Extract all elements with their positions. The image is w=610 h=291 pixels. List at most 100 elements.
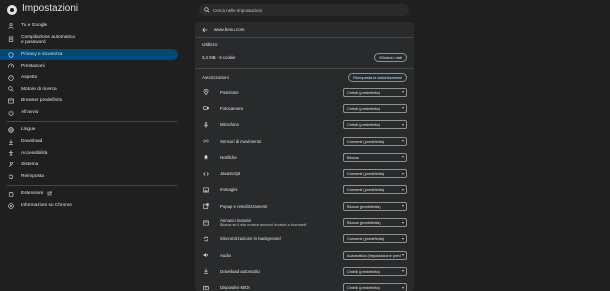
palette-icon: [7, 74, 15, 82]
permission-value: Consenti (predefinita): [347, 187, 385, 193]
permission-value: Chiedi (predefinita): [347, 105, 380, 111]
permission-select[interactable]: Consenti (predefinita): [343, 169, 407, 179]
reset-icon: [7, 173, 15, 181]
permission-select[interactable]: Chiedi (predefinita): [343, 266, 407, 276]
sidebar-item-autofill[interactable]: Compilazione automatica e password: [0, 32, 185, 49]
midi-icon: [202, 285, 210, 291]
permission-value: Chiedi (predefinita): [347, 89, 380, 95]
permission-select[interactable]: Chiedi (predefinita): [343, 103, 407, 113]
sidebar-item-performance[interactable]: Prestazioni: [0, 61, 185, 72]
sidebar-item-on-startup[interactable]: All'avvio: [0, 107, 185, 118]
sidebar-item-default-browser[interactable]: Browser predefinito: [0, 96, 185, 107]
back-arrow-icon[interactable]: [202, 27, 208, 33]
chevron-down-icon: [402, 270, 404, 273]
page-title: Impostazioni: [22, 3, 79, 14]
camera-icon: [202, 105, 210, 111]
sensors-icon: [202, 138, 210, 144]
clear-data-button[interactable]: Elimina i dati: [374, 52, 407, 62]
popup-icon: [202, 203, 210, 209]
speedometer-icon: [7, 62, 15, 70]
permission-label: Audio: [220, 252, 231, 258]
permission-select[interactable]: Automatica (impostazione pred: [343, 250, 407, 260]
reset-permissions-button[interactable]: Reimposta le autorizzazioni: [348, 72, 407, 82]
chevron-down-icon: [402, 156, 404, 159]
permission-select[interactable]: Blocca (predefinita): [343, 218, 407, 228]
sidebar-item-label: Compilazione automatica e password: [21, 34, 75, 46]
sidebar-item-label: All'avvio: [21, 109, 39, 115]
permission-row-notifications: Notifiche Blocca: [195, 149, 414, 165]
permission-label: Fotocamera: [220, 105, 243, 111]
permission-label: Posizione: [220, 89, 239, 95]
permission-label: Annunci invasivi: [220, 217, 251, 223]
permission-label: JavaScript: [220, 171, 241, 177]
sidebar-item-you-and-google[interactable]: Tu e Google: [0, 20, 185, 31]
usage-row: 3,4 MB · 6 cookie Elimina i dati: [195, 50, 414, 65]
chevron-down-icon: [402, 107, 404, 110]
sidebar-item-privacy[interactable]: Privacy e sicurezza: [0, 49, 178, 61]
permission-row-audio: Audio Automatica (impostazione pred: [195, 247, 414, 263]
chevron-down-icon: [402, 254, 404, 257]
shield-icon: [7, 51, 15, 59]
sidebar-item-label: Lingue: [21, 127, 36, 133]
code-icon: [202, 171, 210, 177]
sidebar-item-system[interactable]: Sistema: [0, 159, 185, 170]
search-bar[interactable]: [199, 4, 409, 16]
sidebar-item-search-engine[interactable]: Motore di ricerca: [0, 84, 185, 95]
sidebar-item-label: Reimposta: [21, 173, 44, 179]
permission-row-location: Posizione Chiedi (predefinita): [195, 84, 414, 100]
permission-value: Automatica (impostazione pred: [347, 252, 401, 258]
location-icon: [202, 89, 210, 96]
wrench-icon: [7, 161, 15, 169]
permission-row-auto-downloads: Download automatici Chiedi (predefinita): [195, 263, 414, 279]
sidebar-item-extensions[interactable]: Estensioni: [0, 189, 185, 200]
permissions-header: Autorizzazioni Reimposta le autorizzazio…: [195, 70, 414, 84]
permission-select[interactable]: Blocca: [343, 152, 407, 162]
permission-value: Blocca: [347, 154, 359, 160]
sidebar-item-languages[interactable]: Lingue: [0, 125, 185, 136]
permission-label: Sincronizzazione in background: [220, 236, 281, 242]
search-input[interactable]: [213, 7, 393, 13]
permission-select[interactable]: Chiedi (predefinita): [343, 283, 407, 291]
person-icon: [7, 22, 15, 30]
permission-select[interactable]: Consenti (predefinita): [343, 185, 407, 195]
sidebar-item-label: Tu e Google: [21, 22, 48, 28]
chevron-down-icon: [402, 172, 404, 175]
permission-select[interactable]: Blocca (predefinita): [343, 201, 407, 211]
permission-row-midi: Dispositivi MIDI Chiedi (predefinita): [195, 280, 414, 291]
sidebar-item-appearance[interactable]: Aspetto: [0, 72, 185, 83]
permission-row-javascript: JavaScript Consenti (predefinita): [195, 165, 414, 181]
permission-row-images: Immagini Consenti (predefinita): [195, 182, 414, 198]
permission-select[interactable]: Chiedi (predefinita): [343, 120, 407, 130]
sidebar-item-reset[interactable]: Reimposta: [0, 171, 185, 182]
sidebar-item-accessibility[interactable]: Accessibilità: [0, 148, 185, 159]
permission-label: Microfono: [220, 122, 239, 128]
permission-value: Consenti (predefinita): [347, 138, 385, 144]
sidebar-item-label: Aspetto: [21, 75, 38, 81]
permission-label: Sensori di movimento: [220, 138, 262, 144]
sidebar-item-label: Informazioni su Chrome: [21, 202, 72, 208]
chevron-down-icon: [402, 221, 404, 224]
permission-label: Immagini: [220, 187, 238, 193]
permission-value: Chiedi (predefinita): [347, 285, 380, 291]
globe-icon: [7, 126, 15, 134]
search-icon: [204, 7, 210, 13]
permission-value: Consenti (predefinita): [347, 171, 385, 177]
permission-label: Dispositivi MIDI: [220, 285, 250, 291]
usage-title: Utilizzo: [202, 42, 218, 48]
bell-icon: [202, 154, 210, 160]
chevron-down-icon: [402, 286, 404, 289]
top-bar: Impostazioni: [0, 0, 610, 22]
sidebar-item-about-chrome[interactable]: Informazioni su Chrome: [0, 200, 185, 211]
permission-select[interactable]: Consenti (predefinita): [343, 234, 407, 244]
power-icon: [7, 109, 15, 117]
sidebar-item-downloads[interactable]: Download: [0, 136, 185, 147]
sidebar-item-label: Browser predefinito: [21, 98, 63, 104]
permission-value: Consenti (predefinita): [347, 236, 385, 242]
site-host: www.benu.com: [214, 27, 245, 32]
sidebar-item-label: Prestazioni: [21, 63, 45, 69]
browser-icon: [7, 97, 15, 105]
permission-select[interactable]: Consenti (predefinita): [343, 136, 407, 146]
permissions-title: Autorizzazioni: [202, 74, 229, 80]
permission-label-group: Annunci invasivi Blocca se il sito mostr…: [220, 218, 343, 228]
permission-select[interactable]: Chiedi (predefinita): [343, 87, 407, 97]
